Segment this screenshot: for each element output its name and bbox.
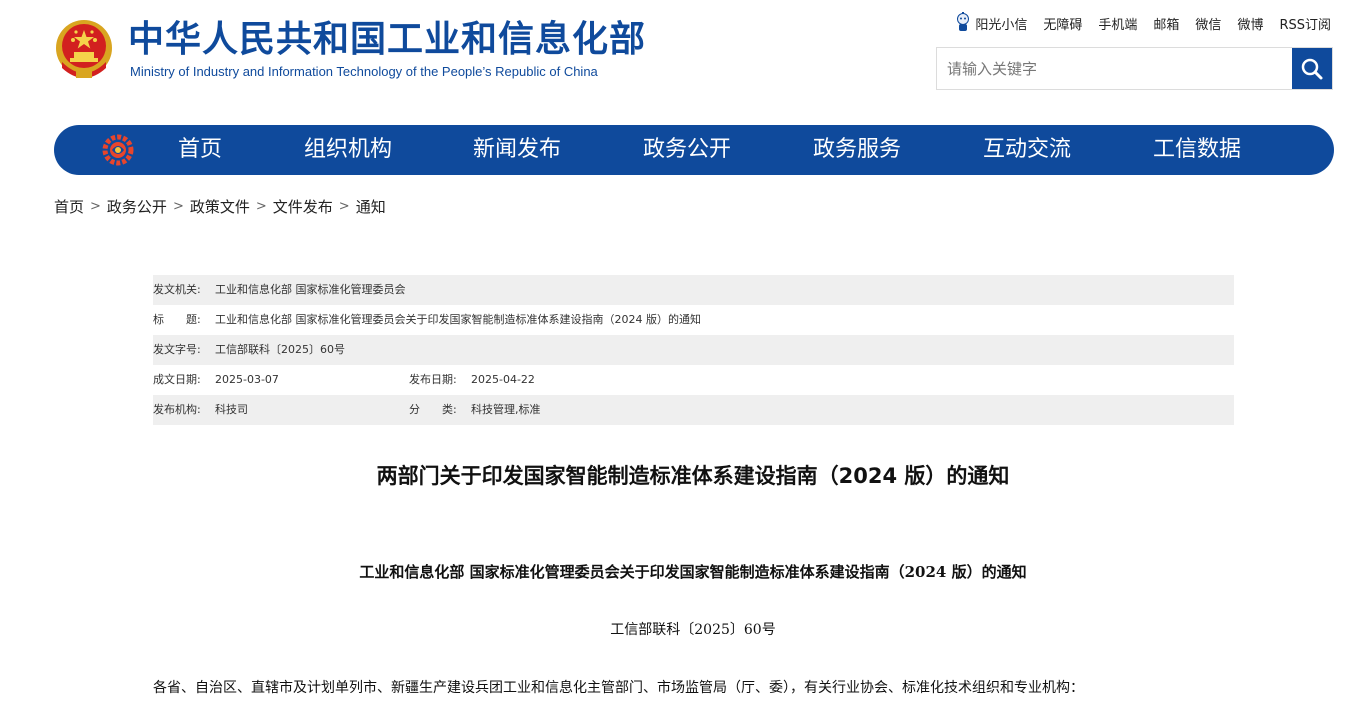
toplink-mail[interactable]: 邮箱 <box>1153 14 1179 33</box>
nav-services[interactable]: 政务服务 <box>813 125 901 175</box>
article-paragraph: 各省、自治区、直辖市及计划单列市、新疆生产建设兵团工业和信息化主管部门、市场监管… <box>153 680 1084 696</box>
info-row-org: 发布机构: 科技司 分 类: 科技管理,标准 <box>153 395 1234 425</box>
title-value: 工业和信息化部 国家标准化管理委员会关于印发国家智能制造标准体系建设指南（202… <box>215 313 701 326</box>
category-value: 科技管理,标准 <box>471 403 541 416</box>
published-date-value: 2025-04-22 <box>471 373 535 386</box>
breadcrumb-home[interactable]: 首页 <box>54 196 84 217</box>
nav-home[interactable]: 首页 <box>178 125 222 175</box>
national-emblem-icon[interactable] <box>54 18 114 82</box>
breadcrumb-gov-affairs[interactable]: 政务公开 <box>107 196 167 217</box>
toplink-label: 阳光小信 <box>975 17 1028 33</box>
breadcrumb-separator: > <box>172 199 184 214</box>
info-row-issuer: 发文机关: 工业和信息化部 国家标准化管理委员会 <box>153 275 1234 305</box>
toplink-rss[interactable]: RSS订阅 <box>1279 14 1331 33</box>
info-row-dates: 成文日期: 2025-03-07 发布日期: 2025-04-22 <box>153 365 1234 395</box>
breadcrumb-policy[interactable]: 政策文件 <box>190 196 250 217</box>
published-date-label: 发布日期: <box>409 373 457 386</box>
nav-gov-affairs[interactable]: 政务公开 <box>643 125 731 175</box>
search-icon <box>1301 58 1323 79</box>
nav-interaction[interactable]: 互动交流 <box>983 125 1071 175</box>
miit-logo-icon[interactable] <box>102 134 134 166</box>
issuer-value: 工业和信息化部 国家标准化管理委员会 <box>215 283 406 296</box>
written-date-label: 成文日期: <box>153 373 201 386</box>
toplink-mobile[interactable]: 手机端 <box>1098 14 1137 33</box>
info-row-docno: 发文字号: 工信部联科〔2025〕60号 <box>153 335 1234 365</box>
nav-news[interactable]: 新闻发布 <box>473 125 561 175</box>
breadcrumb: 首页 > 政务公开 > 政策文件 > 文件发布 > 通知 <box>54 196 386 217</box>
docno-value: 工信部联科〔2025〕60号 <box>215 343 345 356</box>
article-docno: 工信部联科〔2025〕60号 <box>610 622 776 638</box>
top-links: 阳光小信 无障碍 手机端 邮箱 微信 微博 RSS订阅 <box>955 12 1331 34</box>
toplink-wechat[interactable]: 微信 <box>1195 14 1221 33</box>
written-date-value: 2025-03-07 <box>215 373 279 386</box>
search-button[interactable] <box>1292 48 1332 89</box>
breadcrumb-separator: > <box>255 199 267 214</box>
search-box <box>936 47 1333 90</box>
robot-mascot-icon <box>957 12 970 31</box>
org-value: 科技司 <box>215 403 248 416</box>
toplink-weibo[interactable]: 微博 <box>1237 14 1263 33</box>
docno-label: 发文字号: <box>153 343 201 356</box>
article-title: 两部门关于印发国家智能制造标准体系建设指南（2024 版）的通知 <box>376 464 1010 488</box>
main-nav: 首页 组织机构 新闻发布 政务公开 政务服务 互动交流 工信数据 <box>54 125 1334 175</box>
nav-data[interactable]: 工信数据 <box>1153 125 1241 175</box>
article-subtitle: 工业和信息化部 国家标准化管理委员会关于印发国家智能制造标准体系建设指南（202… <box>359 563 1027 581</box>
site-header: 中华人民共和国工业和信息化部 Ministry of Industry and … <box>0 0 1353 110</box>
breadcrumb-separator: > <box>338 199 350 214</box>
info-row-title: 标 题: 工业和信息化部 国家标准化管理委员会关于印发国家智能制造标准体系建设指… <box>153 305 1234 335</box>
breadcrumb-notices[interactable]: 通知 <box>356 196 386 217</box>
nav-organization[interactable]: 组织机构 <box>304 125 392 175</box>
site-title-en[interactable]: Ministry of Industry and Information Tec… <box>130 64 598 79</box>
category-label: 分 类: <box>409 403 457 416</box>
toplink-sunshine[interactable]: 阳光小信 <box>955 12 1027 34</box>
breadcrumb-separator: > <box>90 199 101 214</box>
site-title-cn[interactable]: 中华人民共和国工业和信息化部 <box>128 18 646 62</box>
breadcrumb-publications[interactable]: 文件发布 <box>273 196 333 217</box>
org-label: 发布机构: <box>153 403 201 416</box>
search-input[interactable] <box>937 48 1293 89</box>
document-info-table: 发文机关: 工业和信息化部 国家标准化管理委员会 标 题: 工业和信息化部 国家… <box>153 275 1234 425</box>
title-label: 标 题: <box>153 313 201 326</box>
toplink-accessibility[interactable]: 无障碍 <box>1043 14 1082 33</box>
issuer-label: 发文机关: <box>153 283 201 296</box>
